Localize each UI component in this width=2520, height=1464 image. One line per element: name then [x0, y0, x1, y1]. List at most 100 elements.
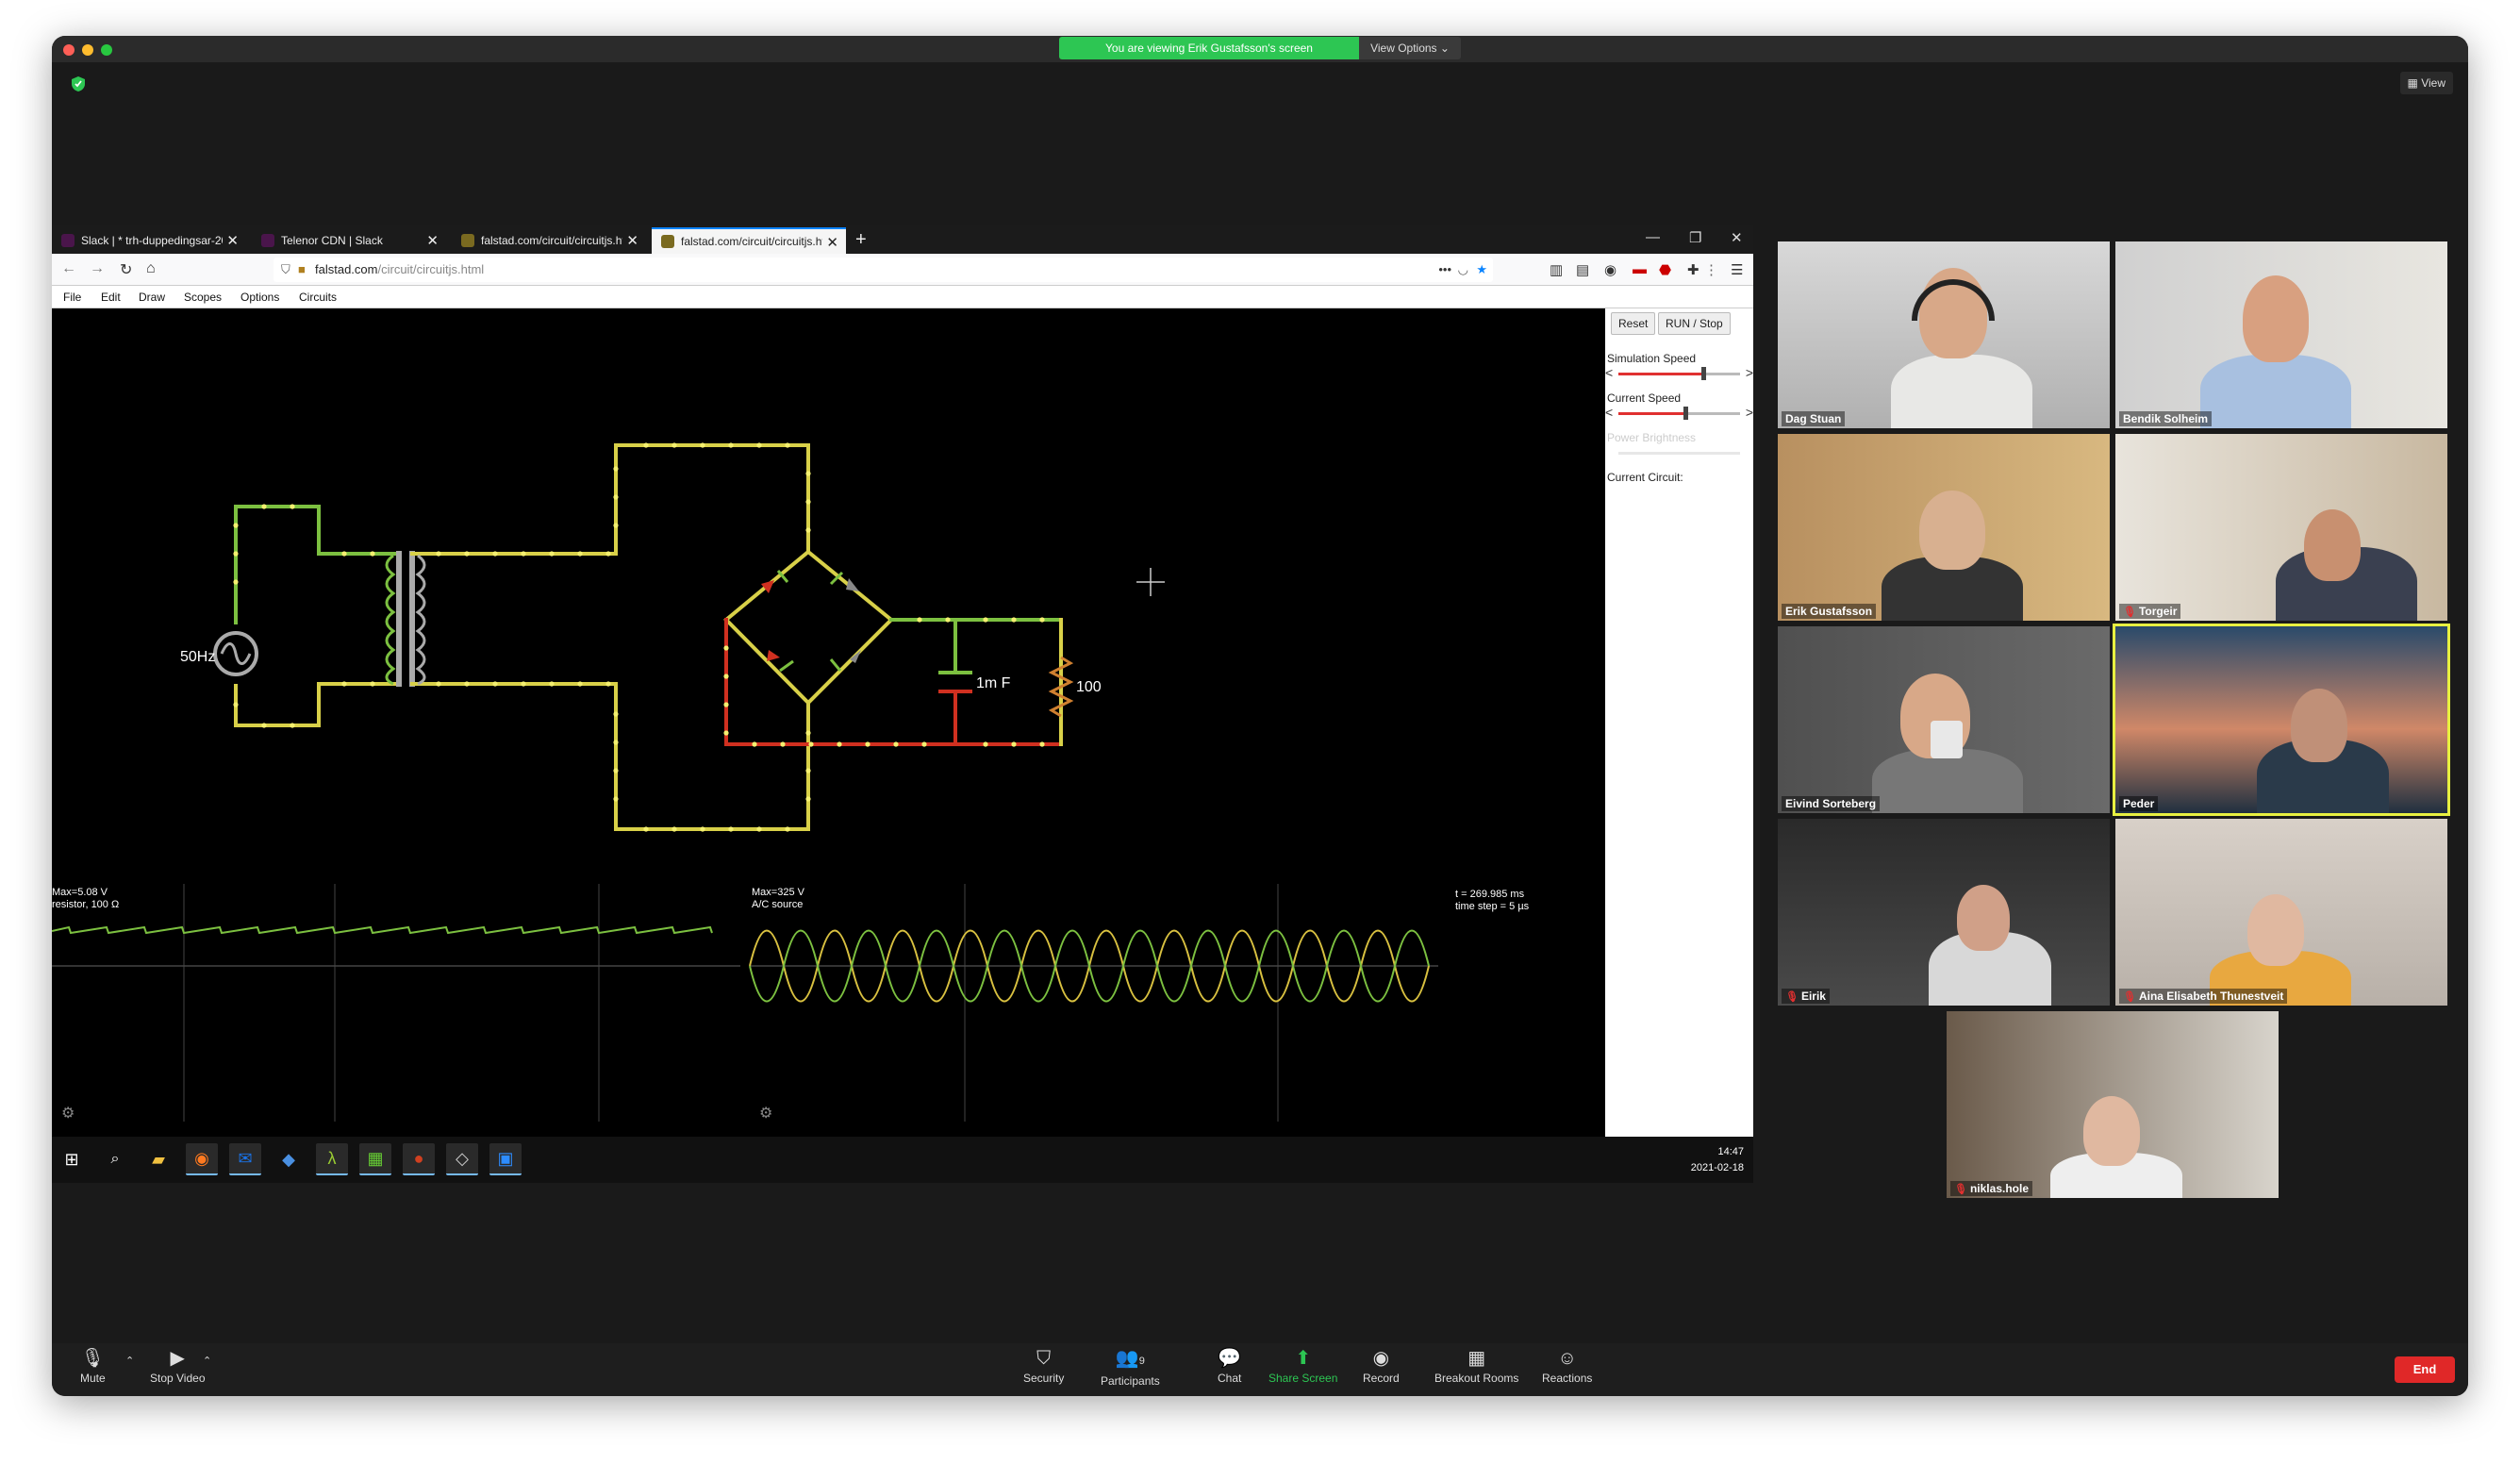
end-meeting-button[interactable]: End: [2395, 1356, 2455, 1383]
participant-name: Erik Gustafsson: [1782, 604, 1877, 619]
taskbar-clock[interactable]: 14:47 2021-02-18: [1691, 1144, 1744, 1176]
share-screen-button[interactable]: ⬆ Share Screen: [1268, 1349, 1337, 1385]
stop-video-button[interactable]: ▶ Stop Video: [150, 1349, 206, 1385]
file-explorer-icon[interactable]: ▰: [142, 1143, 174, 1175]
mute-button[interactable]: 🎙 Mute: [80, 1349, 106, 1385]
minimize-icon[interactable]: —: [1646, 229, 1660, 245]
menu-options[interactable]: Options: [240, 291, 279, 304]
chat-button[interactable]: 💬 Chat: [1218, 1349, 1241, 1385]
slider-left-icon[interactable]: <: [1605, 365, 1613, 380]
ac-source[interactable]: 50Hz: [180, 631, 258, 676]
scope-settings-gear-icon[interactable]: ⚙: [759, 1106, 772, 1122]
site-favicon: ■: [298, 262, 306, 276]
browser-tab-telenor[interactable]: Telenor CDN | Slack ✕: [252, 227, 446, 254]
browser-tab-slack[interactable]: Slack | * trh-duppedingsar-202 ✕: [52, 227, 246, 254]
powerpoint-icon[interactable]: ●: [403, 1143, 435, 1175]
remote-desktop-icon[interactable]: ◇: [446, 1143, 478, 1175]
scope-right[interactable]: Max=325 V A/C source ⚙: [749, 884, 1438, 1122]
menu-scopes[interactable]: Scopes: [184, 291, 222, 304]
browser-tabbar: Slack | * trh-duppedingsar-202 ✕ Telenor…: [52, 225, 1753, 254]
search-icon[interactable]: ⌕: [99, 1143, 131, 1175]
sim-timestep: time step = 5 µs: [1455, 901, 1530, 912]
participant-tile[interactable]: Erik Gustafsson: [1778, 434, 2110, 621]
adblock-icon[interactable]: ⬣: [1659, 261, 1671, 278]
breakout-rooms-button[interactable]: ▦ Breakout Rooms: [1434, 1349, 1518, 1385]
extensions-icon[interactable]: ✚: [1687, 261, 1699, 278]
account-icon[interactable]: ◉: [1604, 261, 1616, 278]
capacitor[interactable]: 1m F: [938, 671, 1011, 693]
bridge-diodes[interactable]: [761, 570, 861, 673]
new-tab-button[interactable]: +: [855, 229, 867, 251]
close-icon[interactable]: ✕: [626, 232, 638, 249]
menu-file[interactable]: File: [63, 291, 81, 304]
record-button[interactable]: ◉ Record: [1363, 1349, 1400, 1385]
home-icon[interactable]: ⌂: [146, 260, 156, 277]
forward-icon[interactable]: →: [90, 260, 105, 277]
muted-mic-icon: 🎙: [2123, 990, 2136, 1003]
options-icon[interactable]: ⋮: [1704, 261, 1718, 278]
menu-icon[interactable]: ☰: [1731, 261, 1743, 278]
chat-bubble-icon: 💬: [1218, 1348, 1242, 1369]
lambda-app-icon[interactable]: λ: [316, 1143, 348, 1175]
address-bar[interactable]: ⛉ ■ falstad.com/circuit/circuitjs.html •…: [274, 258, 1493, 282]
close-icon[interactable]: ✕: [1731, 229, 1743, 246]
scope-settings-gear-icon[interactable]: ⚙: [61, 1106, 75, 1122]
video-options-chevron-icon[interactable]: ⌃: [203, 1355, 211, 1367]
scope-left[interactable]: Max=5.08 V resistor, 100 Ω ⚙: [52, 884, 740, 1122]
maps-icon[interactable]: ◆: [273, 1143, 305, 1175]
circuit-canvas[interactable]: 50Hz 1m F 100 Max=5.08 V resistor, 100 Ω…: [52, 308, 1605, 1137]
pocket-icon[interactable]: ◡: [1458, 258, 1468, 282]
close-icon[interactable]: ✕: [426, 232, 439, 249]
minimize-window-button[interactable]: [82, 44, 93, 56]
reload-icon[interactable]: ↻: [120, 260, 132, 279]
browser-tab-falstad-1[interactable]: falstad.com/circuit/circuitjs.htm ✕: [452, 227, 646, 254]
participant-tile-active-speaker[interactable]: Peder: [2113, 624, 2450, 816]
participant-tile[interactable]: 🎙 Eirik: [1778, 819, 2110, 1006]
library-icon[interactable]: ▥: [1550, 261, 1563, 278]
zoom-app-icon[interactable]: ▣: [489, 1143, 522, 1175]
participant-tile[interactable]: 🎙 niklas.hole: [1947, 1011, 2279, 1198]
outlook-icon[interactable]: ✉: [229, 1143, 261, 1175]
page-actions-icon[interactable]: •••: [1438, 258, 1451, 282]
slider-right-icon[interactable]: >: [1746, 405, 1753, 420]
sim-speed-slider[interactable]: < >: [1605, 365, 1753, 380]
resistor[interactable]: 100: [1048, 656, 1102, 718]
transformer[interactable]: [385, 554, 426, 686]
view-options-button[interactable]: View Options ⌄: [1359, 37, 1461, 59]
spreadsheet-icon[interactable]: ▦: [359, 1143, 391, 1175]
extension-red-icon[interactable]: ▬: [1633, 261, 1647, 277]
sidebar-icon[interactable]: ▤: [1576, 261, 1589, 278]
run-stop-button[interactable]: RUN / Stop: [1658, 312, 1731, 335]
encryption-shield-icon[interactable]: [71, 75, 86, 92]
participant-name-label: niklas.hole: [1969, 1182, 2029, 1195]
close-window-button[interactable]: [63, 44, 75, 56]
reset-button[interactable]: Reset: [1611, 312, 1656, 335]
participants-button[interactable]: 👥9 Participants: [1101, 1349, 1160, 1388]
circuit-drawing[interactable]: 50Hz 1m F 100 Max=5.08 V resistor, 100 Ω…: [52, 308, 1605, 1137]
firefox-icon[interactable]: ◉: [186, 1143, 218, 1175]
audio-options-chevron-icon[interactable]: ⌃: [125, 1355, 134, 1367]
slider-right-icon[interactable]: >: [1746, 365, 1753, 380]
reactions-button[interactable]: ☺ Reactions: [1542, 1349, 1592, 1385]
fullscreen-window-button[interactable]: [101, 44, 112, 56]
shield-icon[interactable]: ⛉: [281, 258, 290, 282]
current-speed-slider[interactable]: < >: [1605, 405, 1753, 420]
security-button[interactable]: ⛉ Security: [1023, 1349, 1064, 1385]
participant-tile[interactable]: Eivind Sorteberg: [1778, 626, 2110, 813]
participant-tile[interactable]: 🎙 Aina Elisabeth Thunestveit: [2115, 819, 2447, 1006]
participant-tile[interactable]: Dag Stuan: [1778, 241, 2110, 428]
participant-tile[interactable]: Bendik Solheim: [2115, 241, 2447, 428]
browser-tab-falstad-2[interactable]: falstad.com/circuit/circuitjs.htm ✕: [652, 227, 846, 254]
slider-left-icon[interactable]: <: [1605, 405, 1613, 420]
restore-icon[interactable]: ❐: [1689, 229, 1701, 246]
view-button[interactable]: ▦ View: [2399, 72, 2453, 94]
bookmark-star-icon[interactable]: ★: [1476, 258, 1487, 282]
participant-tile[interactable]: 🎙 Torgeir: [2115, 434, 2447, 621]
menu-circuits[interactable]: Circuits: [299, 291, 337, 304]
menu-draw[interactable]: Draw: [139, 291, 165, 304]
menu-edit[interactable]: Edit: [101, 291, 121, 304]
close-icon[interactable]: ✕: [226, 232, 239, 249]
close-icon[interactable]: ✕: [826, 234, 838, 251]
windows-start-icon[interactable]: ⊞: [56, 1143, 88, 1175]
back-icon[interactable]: ←: [61, 260, 76, 277]
